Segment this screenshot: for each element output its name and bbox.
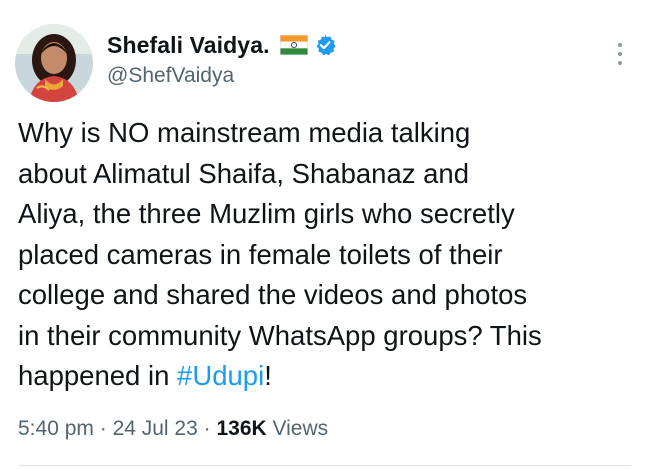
verified-badge-icon bbox=[314, 34, 336, 56]
avatar[interactable] bbox=[15, 24, 93, 102]
tweet-text-fragment: happened in bbox=[18, 360, 178, 391]
views-label: Views bbox=[266, 417, 329, 440]
tweet-time[interactable]: 5:40 pm bbox=[18, 417, 94, 440]
avatar-image bbox=[15, 24, 93, 102]
tweet-line-last: happened in #Udupi! bbox=[18, 356, 638, 397]
more-vertical-icon bbox=[618, 43, 622, 47]
tweet-line: in their community WhatsApp groups? This bbox=[18, 319, 542, 351]
display-name[interactable]: Shefali Vaidya. bbox=[107, 32, 270, 59]
more-vertical-icon-dot bbox=[618, 52, 622, 56]
tweet-metadata: 5:40 pm · 24 Jul 23 · 136K Views bbox=[18, 417, 328, 441]
india-flag-icon bbox=[279, 35, 308, 55]
tweet-line: Why is NO mainstream media talking bbox=[18, 117, 471, 148]
meta-separator: · bbox=[197, 417, 217, 440]
tweet-card: Shefali Vaidya. @ShefVaidya Why is NO ma… bbox=[0, 0, 649, 469]
author-info: Shefali Vaidya. @ShefVaidya bbox=[107, 30, 336, 88]
hashtag-link[interactable]: #Udupi bbox=[177, 360, 264, 391]
more-options-button[interactable] bbox=[608, 37, 632, 71]
tweet-text-fragment: ! bbox=[264, 360, 272, 391]
tweet-line: college and shared the videos and photos bbox=[18, 279, 528, 310]
handle[interactable]: @ShefVaidya bbox=[107, 64, 336, 88]
tweet-line: about Alimatul Shaifa, Shabanaz and bbox=[18, 157, 470, 189]
views-count[interactable]: 136K bbox=[216, 417, 266, 440]
meta-separator: · bbox=[93, 417, 113, 440]
divider bbox=[18, 465, 631, 466]
tweet-text: Why is NO mainstream media talking about… bbox=[18, 113, 638, 397]
more-vertical-icon-dot bbox=[618, 61, 622, 65]
tweet-line: placed cameras in female toilets of thei… bbox=[18, 238, 503, 270]
name-row: Shefali Vaidya. bbox=[107, 30, 336, 60]
tweet-date[interactable]: 24 Jul 23 bbox=[113, 417, 198, 440]
tweet-line: Aliya, the three Muzlim girls who secret… bbox=[18, 198, 515, 229]
